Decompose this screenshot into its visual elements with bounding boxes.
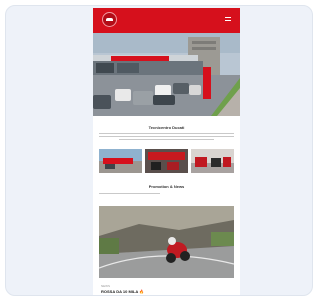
dealer-gallery [99, 149, 234, 173]
promo-subtitle [99, 193, 234, 196]
promo-section-title: Promotion & News [148, 184, 185, 189]
promo-motorcycle-image[interactable] [99, 206, 234, 278]
gallery-image[interactable] [99, 149, 142, 173]
ducati-shield-icon[interactable] [102, 12, 117, 27]
preview-card: Tecnicentro Ducati Promotion & News NEWS… [5, 5, 313, 296]
promo-headline[interactable]: ROSSA DA 10 MILA 🔥 [101, 289, 144, 294]
hamburger-menu-icon[interactable] [225, 17, 231, 23]
gallery-image[interactable] [145, 149, 188, 173]
gallery-image[interactable] [191, 149, 234, 173]
dealer-section-title: Tecnicentro Ducati [148, 125, 185, 130]
site-header [93, 8, 240, 33]
promo-label: NEWS [101, 284, 110, 288]
dealer-description [99, 133, 234, 142]
mobile-page-preview[interactable]: Tecnicentro Ducati Promotion & News NEWS… [93, 8, 240, 295]
dealership-hero-image [93, 33, 240, 116]
